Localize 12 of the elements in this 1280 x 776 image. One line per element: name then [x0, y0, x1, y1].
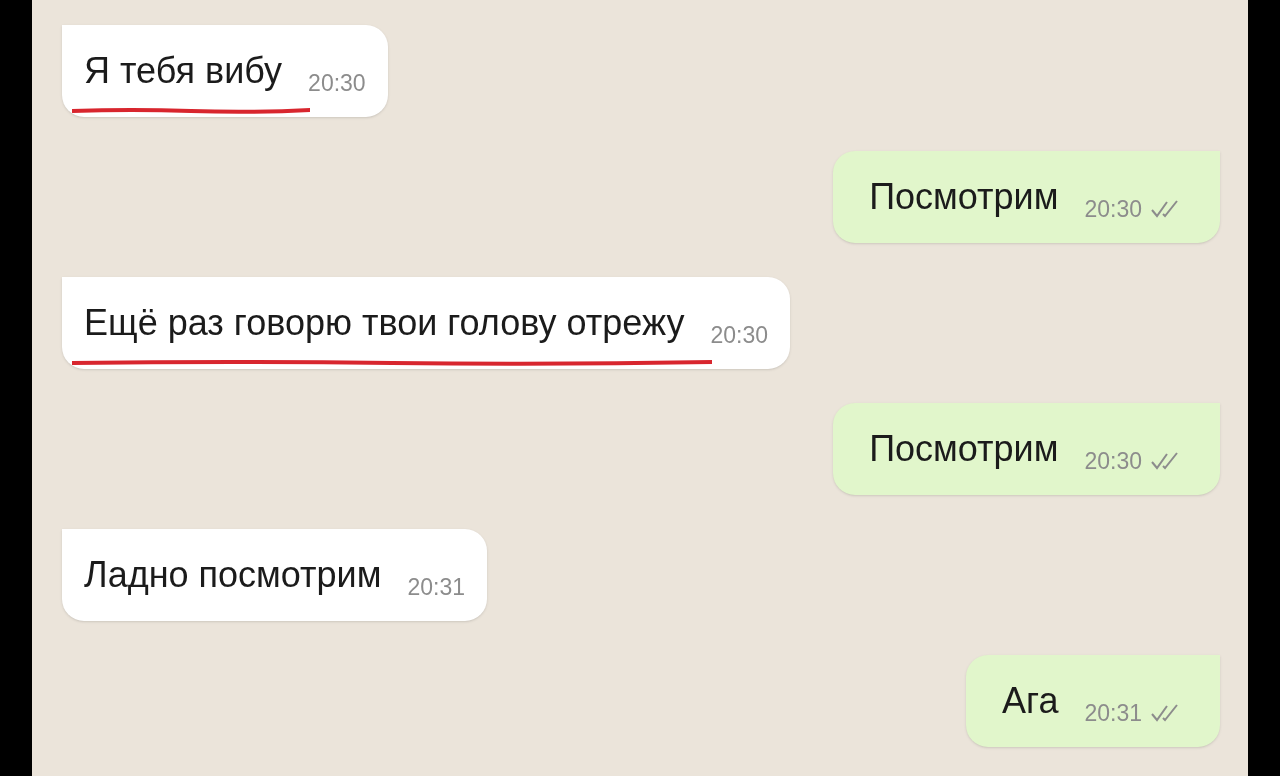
- message-text: Ладно посмотрим: [84, 554, 382, 595]
- message-text: Посмотрим: [869, 428, 1059, 469]
- message-time: 20:30: [1084, 446, 1142, 476]
- message-text: Ага: [1002, 680, 1059, 721]
- message-time: 20:30: [710, 320, 768, 350]
- message-time: 20:31: [407, 572, 465, 602]
- message-time: 20:31: [1084, 698, 1142, 728]
- message-time: 20:30: [1084, 194, 1142, 224]
- message-text: Ещё раз говорю твои голову отрежу: [84, 302, 685, 343]
- message-text: Я тебя вибу: [84, 50, 283, 91]
- message-time: 20:30: [308, 68, 366, 98]
- message-text: Посмотрим: [869, 176, 1059, 217]
